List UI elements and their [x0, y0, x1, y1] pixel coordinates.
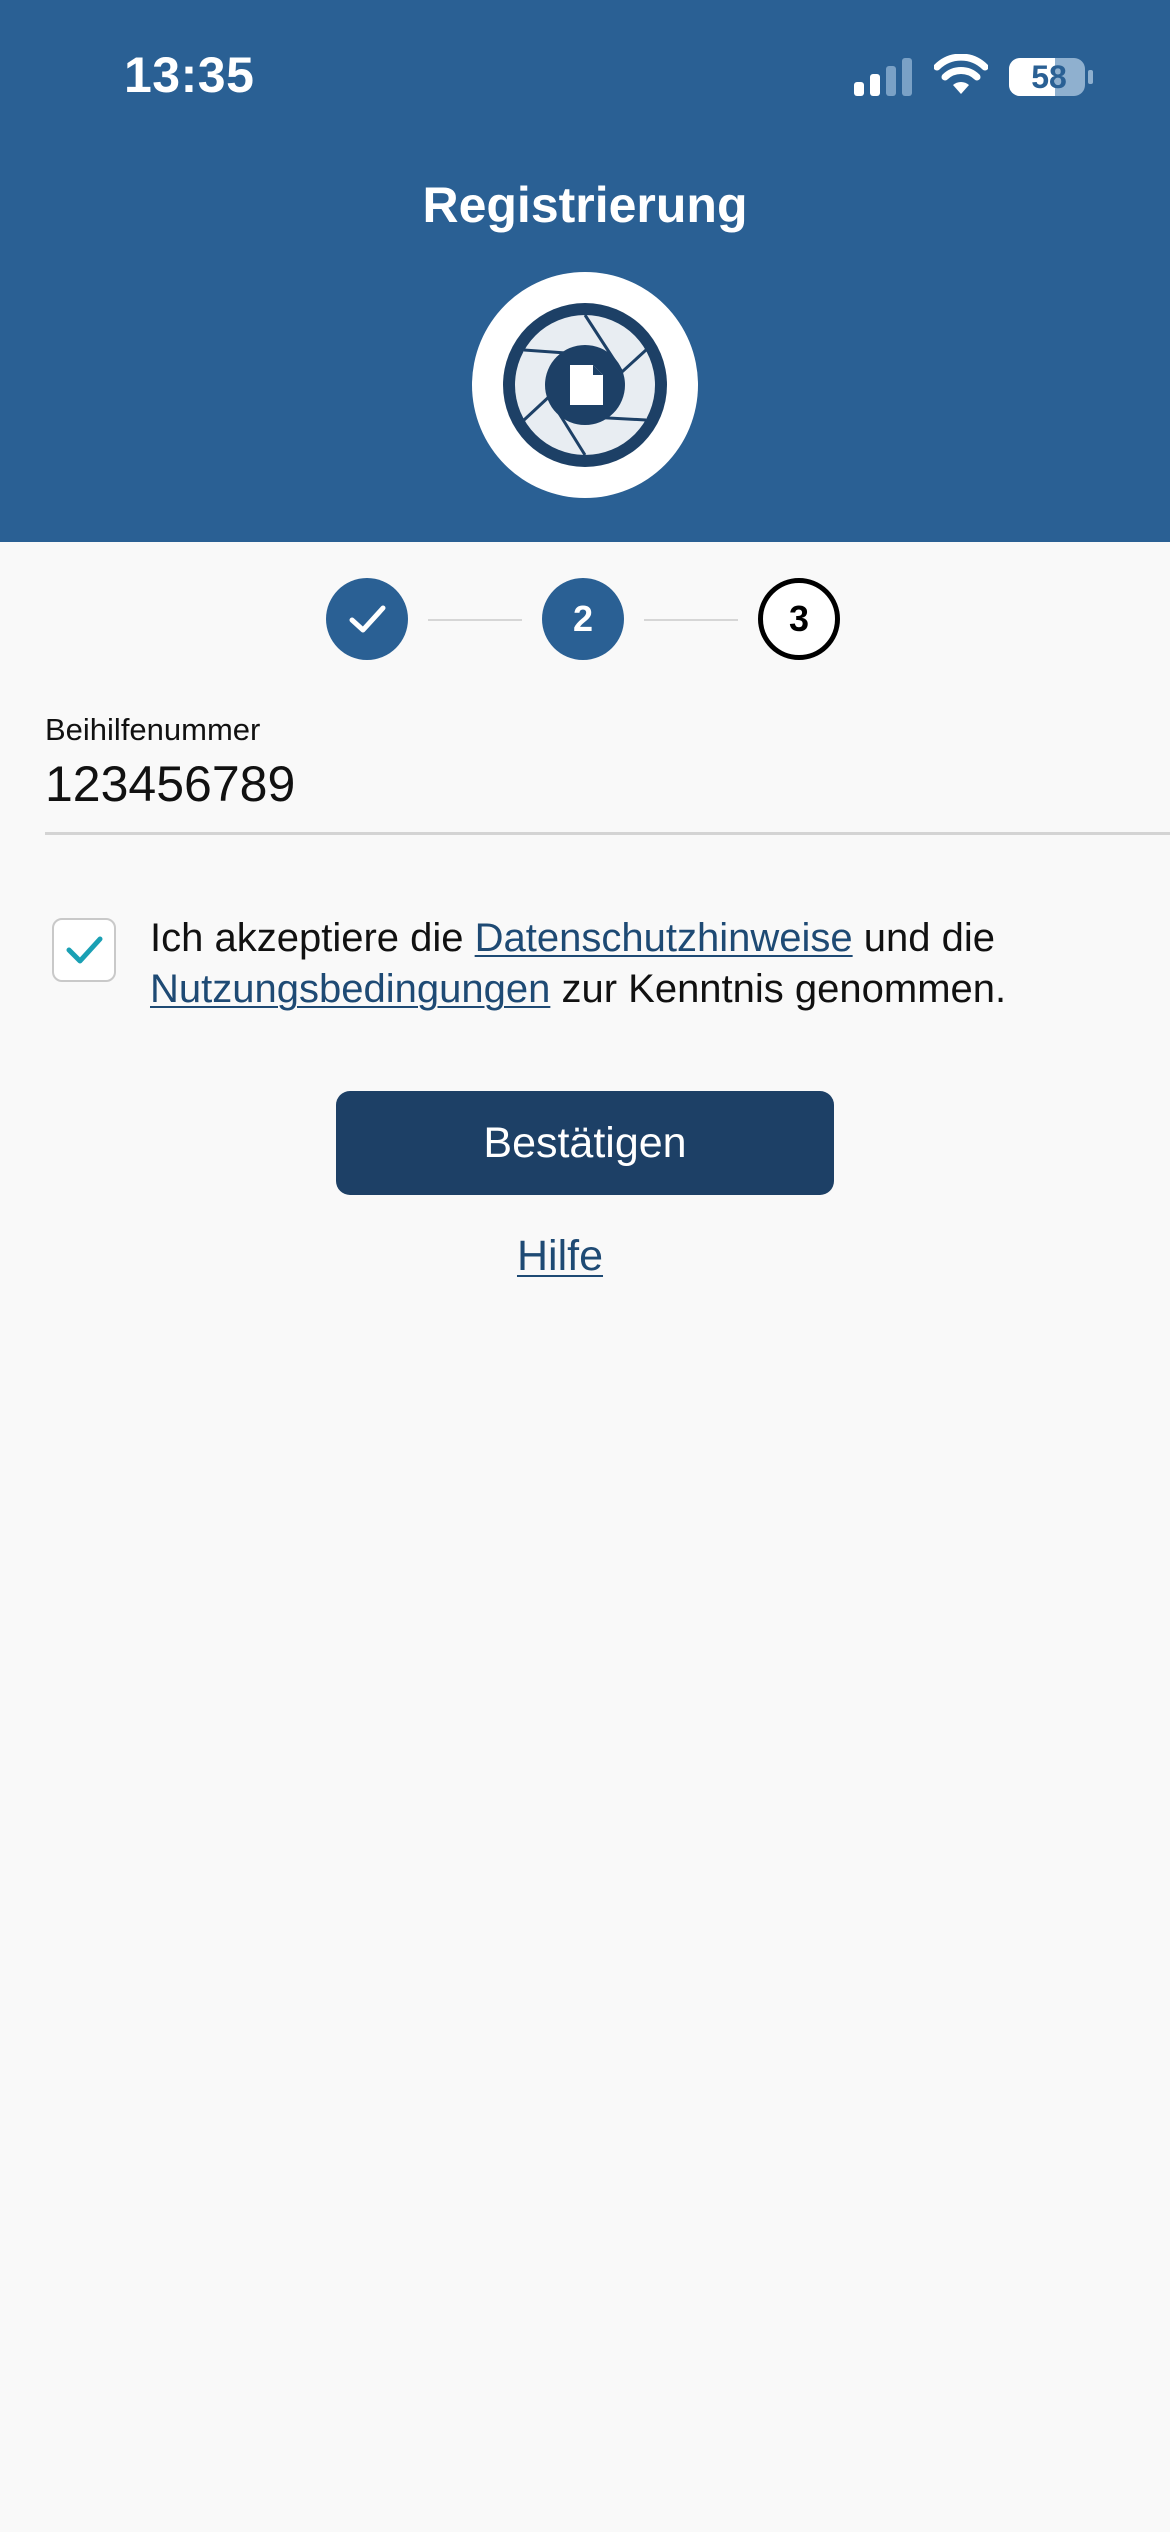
progress-stepper: 2 3 — [0, 578, 1170, 664]
header-bar: 13:35 58 Registrierung — [0, 0, 1170, 542]
status-time: 13:35 — [124, 47, 255, 103]
wifi-icon — [934, 54, 988, 94]
camera-aperture-document-icon — [472, 272, 698, 498]
terms-link[interactable]: Nutzungsbedingungen — [150, 967, 550, 1011]
beihilfenummer-input[interactable] — [45, 752, 1125, 816]
battery-level: 58 — [1031, 58, 1067, 95]
input-underline — [45, 832, 1170, 835]
consent-text: Ich akzeptiere die Datenschutzhinweise u… — [150, 913, 1140, 1015]
privacy-link[interactable]: Datenschutzhinweise — [475, 916, 853, 960]
signal-icon — [854, 58, 912, 96]
confirm-button[interactable]: Bestätigen — [336, 1091, 834, 1195]
consent-text-part: Ich akzeptiere die — [150, 916, 475, 960]
help-link[interactable]: Hilfe — [0, 1232, 1120, 1281]
step-connector — [644, 619, 738, 621]
consent-text-part: und die — [852, 916, 995, 960]
checkmark-icon — [349, 605, 386, 633]
consent-text-part: zur Kenntnis genommen. — [550, 967, 1007, 1011]
beihilfenummer-label: Beihilfenummer — [45, 712, 261, 747]
consent-checkbox[interactable] — [52, 918, 116, 982]
step-1-completed — [326, 578, 408, 660]
checkmark-icon — [66, 936, 103, 964]
step-2-active: 2 — [542, 578, 624, 660]
step-3-upcoming: 3 — [758, 578, 840, 660]
page-title: Registrierung — [422, 177, 748, 233]
step-connector — [428, 619, 522, 621]
